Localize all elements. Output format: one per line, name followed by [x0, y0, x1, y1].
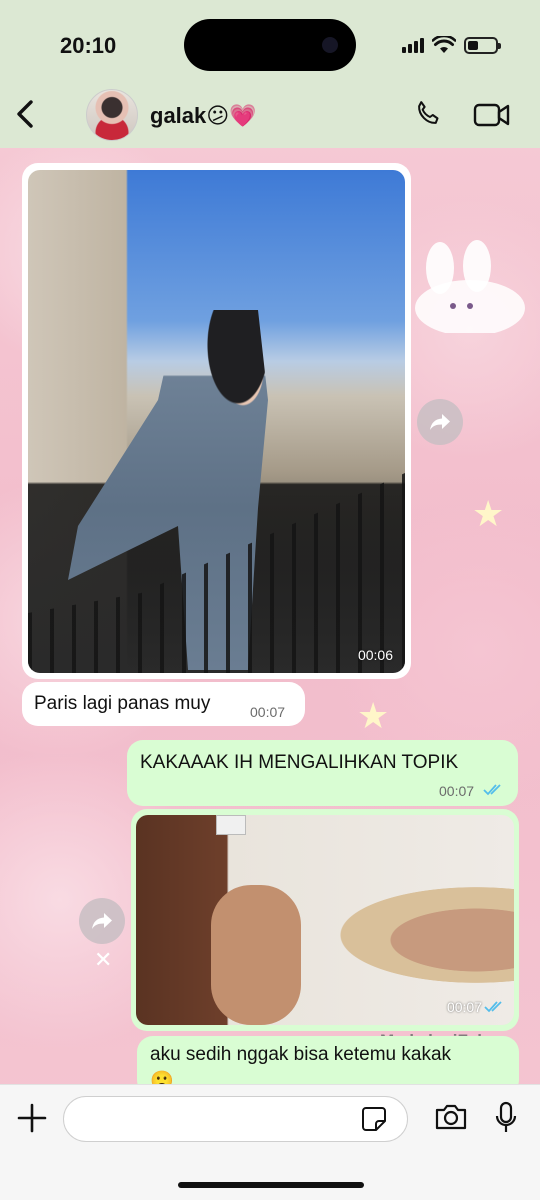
- incoming-text-message[interactable]: Paris lagi panas muy 00:07: [22, 682, 305, 726]
- star-decoration: ★: [472, 493, 505, 534]
- close-icon[interactable]: ✕: [94, 947, 112, 973]
- battery-icon: [464, 36, 501, 54]
- message-composer: [0, 1084, 540, 1200]
- sticker-icon: [362, 1107, 386, 1131]
- camera-button[interactable]: [434, 1103, 468, 1136]
- wifi-icon: [432, 36, 456, 53]
- message-input[interactable]: [63, 1096, 408, 1142]
- phone-icon: [418, 101, 439, 124]
- photo-frame: [216, 815, 246, 835]
- contact-avatar[interactable]: [86, 89, 138, 141]
- message-text: aku sedih nggak bisa ketemu kakak: [150, 1044, 452, 1065]
- chevron-left-icon: [17, 100, 33, 128]
- camera-icon: [435, 1104, 467, 1130]
- photo-hand: [211, 885, 301, 1025]
- forward-arrow-icon: [430, 414, 450, 430]
- plus-icon: [17, 1103, 47, 1133]
- forward-button[interactable]: [417, 399, 463, 445]
- status-icons: [402, 36, 501, 54]
- contact-name[interactable]: galak😕💗: [150, 103, 257, 129]
- video-duration: 00:07: [446, 999, 482, 1015]
- read-receipt-icon: [483, 784, 501, 796]
- video-thumbnail[interactable]: 00:06: [28, 170, 405, 673]
- forward-arrow-icon: [92, 913, 112, 929]
- outgoing-text-message[interactable]: KAKAAAK IH MENGALIHKAN TOPIK 00:07: [127, 740, 518, 806]
- dynamic-island: [184, 19, 356, 71]
- status-time: 20:10: [60, 33, 117, 58]
- back-button[interactable]: [10, 96, 40, 132]
- attach-button[interactable]: [16, 1102, 48, 1134]
- microphone-button[interactable]: [494, 1101, 518, 1140]
- sticker-button[interactable]: [361, 1106, 387, 1137]
- video-camera-icon: [473, 103, 510, 127]
- message-time: 00:07: [250, 704, 286, 720]
- voice-call-button[interactable]: [413, 99, 443, 134]
- video-thumbnail[interactable]: 00:07: [136, 815, 514, 1025]
- chat-header: 20:10 galak😕💗: [0, 0, 540, 148]
- home-indicator: [178, 1182, 364, 1188]
- read-receipt-icon: [484, 1001, 502, 1013]
- incoming-video-message[interactable]: 00:06: [22, 163, 411, 679]
- message-time: 00:07: [439, 783, 475, 799]
- video-duration: 00:06: [357, 647, 393, 663]
- microphone-icon: [495, 1101, 517, 1132]
- cellular-signal-icon: [402, 37, 424, 53]
- outgoing-video-message[interactable]: 00:07: [131, 809, 519, 1031]
- front-camera: [322, 37, 338, 53]
- message-text: Paris lagi panas muy: [34, 693, 211, 714]
- video-call-button[interactable]: [473, 102, 511, 133]
- bunny-decoration: [415, 240, 525, 333]
- star-decoration: ★: [357, 695, 390, 736]
- message-text: KAKAAAK IH MENGALIHKAN TOPIK: [140, 752, 459, 773]
- forward-button[interactable]: [79, 898, 125, 944]
